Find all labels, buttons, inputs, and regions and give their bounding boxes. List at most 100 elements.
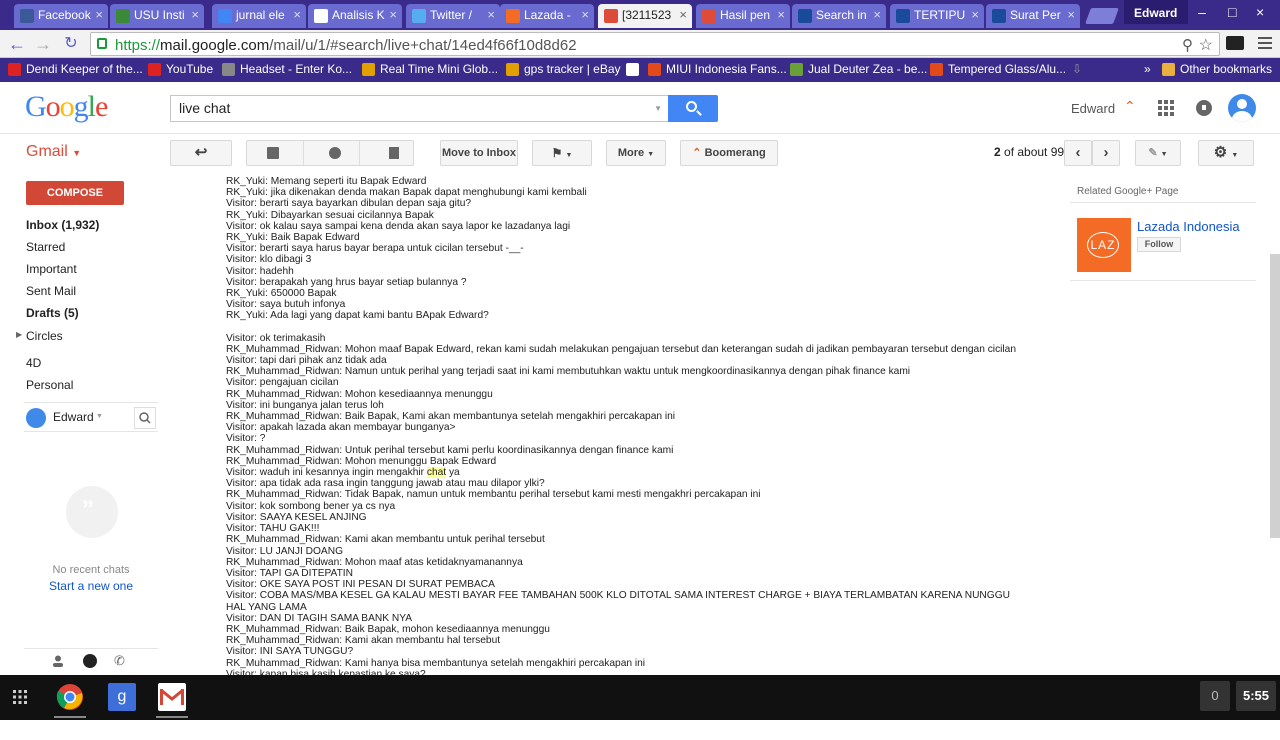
extension-icon[interactable] bbox=[1226, 36, 1244, 50]
settings-button[interactable]: ⚙ ▼ bbox=[1198, 140, 1254, 166]
browser-tab[interactable]: jurnal ele × bbox=[212, 4, 306, 28]
google-logo[interactable]: Google bbox=[25, 90, 108, 124]
download-icon[interactable]: ⇩ bbox=[1072, 62, 1082, 76]
chat-line: Visitor: OKE SAYA POST INI PESAN DI SURA… bbox=[226, 579, 495, 591]
phone-icon[interactable]: ✆ bbox=[114, 653, 125, 669]
report-spam-icon[interactable] bbox=[329, 147, 341, 159]
close-icon[interactable]: × bbox=[873, 7, 881, 22]
bookmark-item[interactable]: Real Time Mini Glob... bbox=[362, 62, 498, 76]
bookmark-item[interactable]: Headset - Enter Ko... bbox=[222, 62, 352, 76]
boomerang-button[interactable]: ⌃ Boomerang bbox=[680, 140, 778, 166]
google-search-icon[interactable]: g bbox=[108, 683, 136, 711]
related-page-link[interactable]: Lazada Indonesia bbox=[1137, 219, 1240, 234]
avatar[interactable] bbox=[1228, 94, 1256, 122]
newer-button[interactable]: ‹ bbox=[1064, 140, 1092, 166]
nav-label-4d[interactable]: 4D bbox=[26, 356, 41, 370]
gmail-menu[interactable]: Gmail ▼ bbox=[26, 143, 81, 161]
bookmark-item[interactable]: gps tracker | eBay bbox=[506, 62, 621, 76]
close-icon[interactable]: × bbox=[389, 7, 397, 22]
nav-sent-mail[interactable]: Sent Mail bbox=[26, 284, 76, 298]
close-icon[interactable]: × bbox=[487, 7, 495, 22]
lazada-logo[interactable]: LAZ bbox=[1077, 218, 1131, 272]
start-chat-link[interactable]: Start a new one bbox=[24, 579, 158, 593]
browser-tab[interactable]: Facebook × bbox=[14, 4, 108, 28]
maximize-icon[interactable]: □ bbox=[1228, 4, 1236, 20]
browser-tab[interactable]: Twitter / × bbox=[406, 4, 500, 28]
search-button[interactable] bbox=[668, 95, 718, 122]
bookmark-item[interactable]: YouTube bbox=[148, 62, 213, 76]
back-icon[interactable]: ← bbox=[6, 34, 28, 54]
close-icon[interactable]: × bbox=[293, 7, 301, 22]
bookmark-item[interactable]: Dendi Keeper of the... bbox=[8, 62, 143, 76]
more-button[interactable]: More ▼ bbox=[606, 140, 666, 166]
close-icon[interactable]: × bbox=[1067, 7, 1075, 22]
other-bookmarks[interactable]: Other bookmarks bbox=[1162, 62, 1272, 76]
minimize-icon[interactable]: – bbox=[1198, 4, 1206, 20]
gmail-icon[interactable] bbox=[158, 683, 186, 711]
close-icon[interactable]: × bbox=[581, 7, 589, 22]
contacts-icon[interactable] bbox=[52, 655, 64, 667]
clock[interactable]: 5:55 bbox=[1236, 681, 1276, 711]
search-input[interactable]: live chat ▼ bbox=[170, 95, 668, 122]
nav-circles[interactable]: Circles bbox=[26, 329, 63, 343]
browser-tab[interactable]: Search in × bbox=[792, 4, 886, 28]
scrollbar[interactable] bbox=[1270, 254, 1280, 538]
zoom-icon[interactable]: ⚲ bbox=[1182, 36, 1193, 54]
browser-tab[interactable]: Lazada - × bbox=[500, 4, 594, 28]
expand-icon[interactable]: ▶ bbox=[16, 330, 22, 339]
browser-tab[interactable]: Analisis K × bbox=[308, 4, 402, 28]
older-button[interactable]: › bbox=[1092, 140, 1120, 166]
nav-starred[interactable]: Starred bbox=[26, 240, 65, 254]
favicon-icon bbox=[930, 63, 943, 76]
chevron-down-icon[interactable]: ▼ bbox=[96, 413, 103, 420]
chat-search-button[interactable] bbox=[134, 407, 156, 429]
account-name[interactable]: Edward bbox=[1071, 101, 1115, 116]
browser-tab[interactable]: Hasil pen × bbox=[696, 4, 790, 28]
hangouts-icon[interactable] bbox=[83, 654, 97, 668]
close-icon[interactable]: × bbox=[95, 7, 103, 22]
notifications-icon[interactable] bbox=[1196, 100, 1212, 119]
close-window-icon[interactable]: × bbox=[1256, 4, 1264, 20]
menu-icon[interactable] bbox=[1258, 34, 1272, 52]
browser-tab[interactable]: [3211523 × bbox=[598, 4, 692, 28]
bookmark-item[interactable]: Tempered Glass/Alu... bbox=[930, 62, 1066, 76]
close-icon[interactable]: × bbox=[191, 7, 199, 22]
avatar[interactable] bbox=[26, 408, 46, 428]
address-bar[interactable]: https://mail.google.com/mail/u/1/#search… bbox=[90, 32, 1220, 56]
chrome-icon[interactable] bbox=[56, 683, 84, 711]
nav-drafts[interactable]: Drafts (5) bbox=[26, 306, 79, 320]
notification-count[interactable]: 0 bbox=[1200, 681, 1230, 711]
chat-user-name[interactable]: Edward bbox=[53, 410, 94, 424]
close-icon[interactable]: × bbox=[679, 7, 687, 22]
launcher-icon[interactable] bbox=[8, 685, 32, 709]
input-tools-button[interactable]: ✎ ▼ bbox=[1135, 140, 1181, 166]
bookmark-item[interactable]: Jual Deuter Zea - be... bbox=[790, 62, 927, 76]
nav-inbox[interactable]: Inbox (1,932) bbox=[26, 218, 99, 232]
favicon-icon bbox=[798, 9, 812, 23]
nav-important[interactable]: Important bbox=[26, 262, 77, 276]
back-to-search-button[interactable]: ↩ bbox=[170, 140, 232, 166]
bookmarks-overflow[interactable]: » bbox=[1144, 62, 1151, 76]
close-icon[interactable]: × bbox=[971, 7, 979, 22]
star-icon[interactable]: ☆ bbox=[1199, 35, 1213, 55]
bookmark-item[interactable]: MIUI Indonesia Fans... bbox=[648, 62, 787, 76]
labels-button[interactable]: ⚑ ▼ bbox=[532, 140, 592, 166]
reload-icon[interactable]: ↻ bbox=[60, 34, 82, 54]
delete-icon[interactable] bbox=[389, 147, 399, 159]
move-to-inbox-button[interactable]: Move to Inbox bbox=[440, 140, 518, 166]
chat-line: Visitor: berapakah yang hrus bayar setia… bbox=[226, 276, 467, 288]
follow-button[interactable]: Follow bbox=[1137, 237, 1181, 252]
close-icon[interactable]: × bbox=[777, 7, 785, 22]
browser-tab[interactable]: TERTIPU × bbox=[890, 4, 984, 28]
profile-name[interactable]: Edward bbox=[1124, 0, 1188, 24]
archive-icon[interactable] bbox=[267, 147, 279, 159]
forward-icon[interactable]: → bbox=[32, 34, 54, 54]
browser-tab[interactable]: USU Insti × bbox=[110, 4, 204, 28]
browser-tab[interactable]: Surat Per × bbox=[986, 4, 1080, 28]
nav-label-personal[interactable]: Personal bbox=[26, 378, 73, 392]
boomerang-icon[interactable]: ⌃ bbox=[1124, 98, 1136, 115]
apps-grid-icon[interactable] bbox=[1158, 100, 1174, 119]
new-tab-button[interactable] bbox=[1085, 8, 1119, 24]
chevron-down-icon[interactable]: ▼ bbox=[654, 104, 662, 113]
compose-button[interactable]: COMPOSE bbox=[26, 181, 124, 205]
